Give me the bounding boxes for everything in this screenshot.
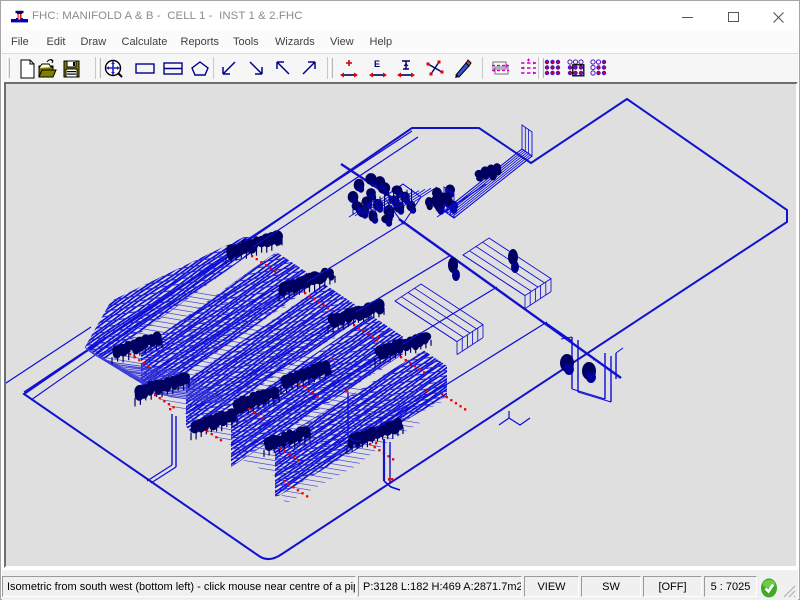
svg-text:E: E bbox=[374, 59, 380, 69]
